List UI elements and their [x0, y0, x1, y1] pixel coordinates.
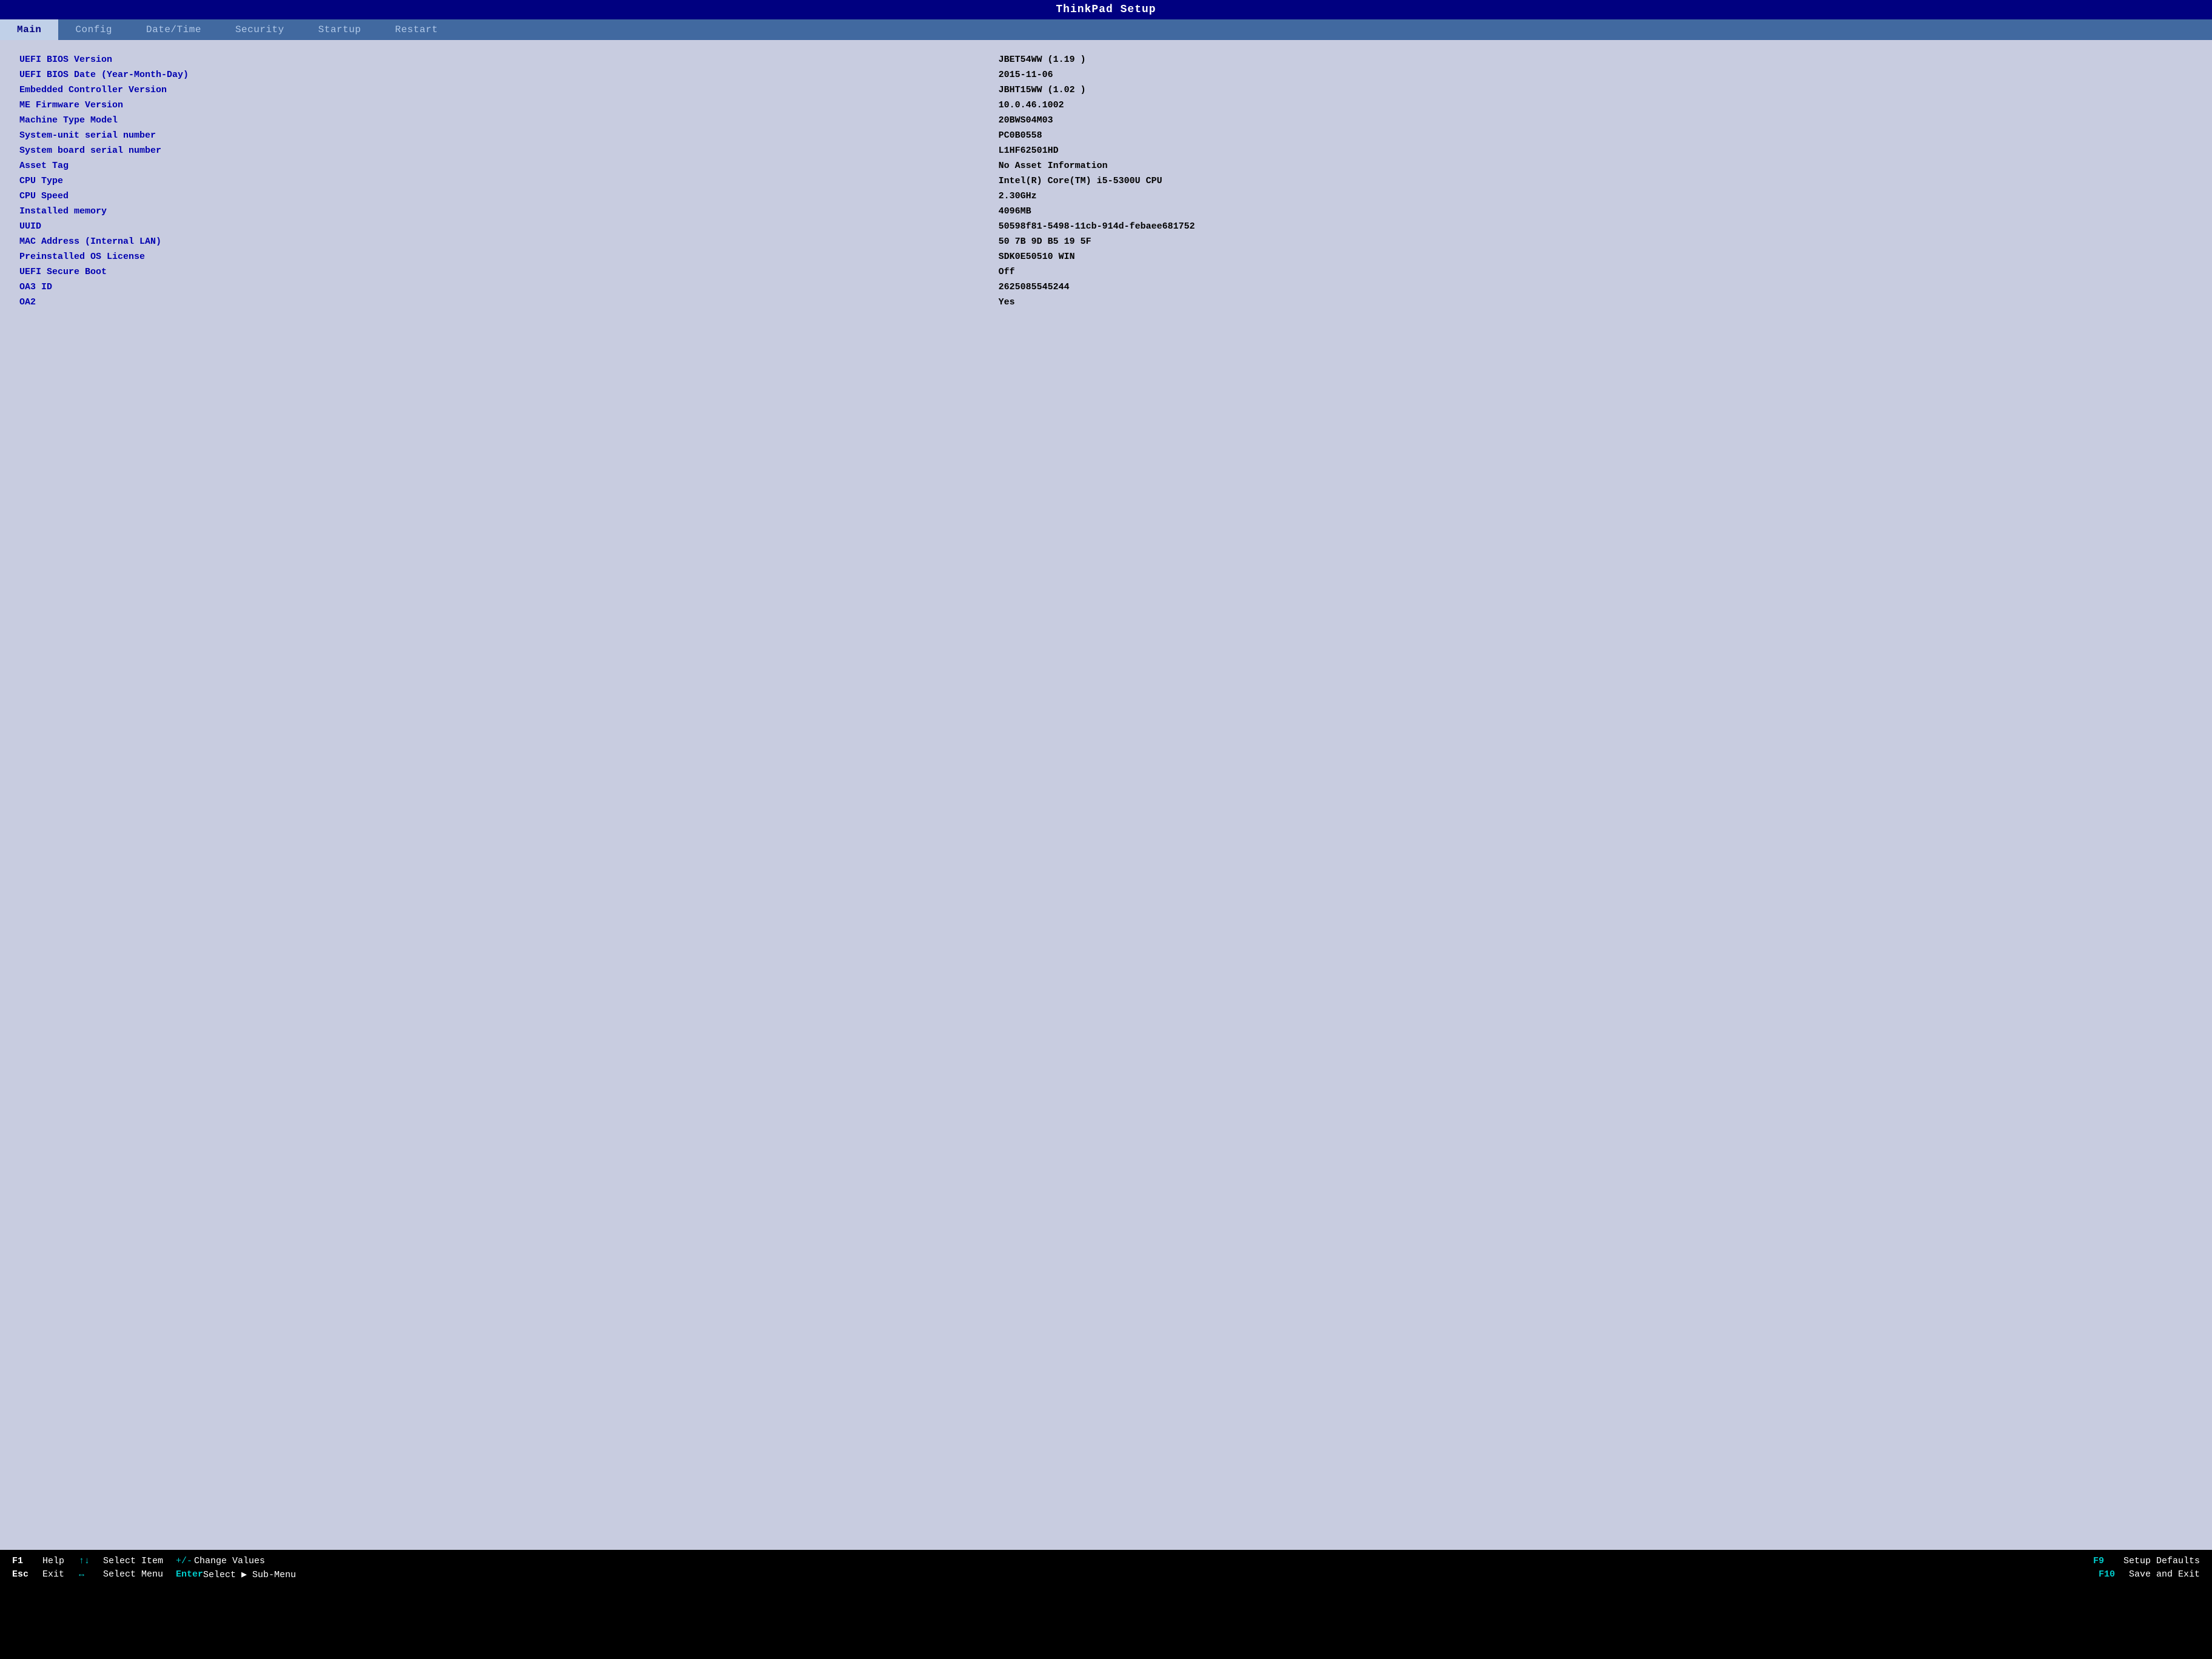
status-row-1: F1 Help ↑↓ Select Item +/- Change Values… — [12, 1556, 2200, 1566]
row-label: CPU Speed — [18, 189, 997, 204]
status-bar: F1 Help ↑↓ Select Item +/- Change Values… — [0, 1550, 2212, 1586]
row-value: PC0B0558 — [997, 128, 2194, 143]
table-row: Preinstalled OS LicenseSDK0E50510 WIN — [18, 249, 2194, 264]
table-row: UEFI Secure BootOff — [18, 264, 2194, 280]
row-value: Intel(R) Core(TM) i5-5300U CPU — [997, 173, 2194, 189]
sub-menu-label: Select ▶ Sub-Menu — [203, 1569, 2099, 1580]
title-bar: ThinkPad Setup — [0, 0, 2212, 19]
row-label: Embedded Controller Version — [18, 82, 997, 98]
bios-title: ThinkPad Setup — [1056, 4, 1156, 16]
setup-defaults-label: Setup Defaults — [2123, 1556, 2200, 1566]
row-value: 2015-11-06 — [997, 67, 2194, 82]
table-row: Installed memory4096MB — [18, 204, 2194, 219]
table-row: CPU TypeIntel(R) Core(TM) i5-5300U CPU — [18, 173, 2194, 189]
table-row: UEFI BIOS VersionJBET54WW (1.19 ) — [18, 52, 2194, 67]
row-value: Yes — [997, 295, 2194, 310]
row-value: L1HF62501HD — [997, 143, 2194, 158]
updown-arrow: ↑↓ — [79, 1556, 103, 1566]
row-value: 10.0.46.1002 — [997, 98, 2194, 113]
leftright-arrow: ↔ — [79, 1569, 103, 1580]
row-value: 4096MB — [997, 204, 2194, 219]
row-value: No Asset Information — [997, 158, 2194, 173]
exit-label: Exit — [42, 1569, 79, 1580]
row-label: MAC Address (Internal LAN) — [18, 234, 997, 249]
row-value: SDK0E50510 WIN — [997, 249, 2194, 264]
enter-sep: Enter — [176, 1569, 203, 1580]
row-value: JBET54WW (1.19 ) — [997, 52, 2194, 67]
table-row: System-unit serial numberPC0B0558 — [18, 128, 2194, 143]
table-row: Asset TagNo Asset Information — [18, 158, 2194, 173]
row-label: Machine Type Model — [18, 113, 997, 128]
select-item-label: Select Item — [103, 1556, 176, 1566]
table-row: OA2Yes — [18, 295, 2194, 310]
bottom-black-bar — [0, 1586, 2212, 1659]
row-value: 50598f81-5498-11cb-914d-febaee681752 — [997, 219, 2194, 234]
tab-main[interactable]: Main — [0, 19, 58, 40]
row-value: 20BWS04M03 — [997, 113, 2194, 128]
row-value: 2.30GHz — [997, 189, 2194, 204]
esc-key: Esc — [12, 1569, 42, 1580]
main-content: UEFI BIOS VersionJBET54WW (1.19 )UEFI BI… — [0, 40, 2212, 1550]
row-label: Preinstalled OS License — [18, 249, 997, 264]
help-label: Help — [42, 1556, 79, 1566]
row-value: 50 7B 9D B5 19 5F — [997, 234, 2194, 249]
f10-key: F10 — [2099, 1569, 2129, 1580]
table-row: OA3 ID2625085545244 — [18, 280, 2194, 295]
tab-startup[interactable]: Startup — [301, 19, 378, 40]
plusminus-sep: +/- — [176, 1556, 194, 1566]
row-value: 2625085545244 — [997, 280, 2194, 295]
table-row: System board serial numberL1HF62501HD — [18, 143, 2194, 158]
row-label: Installed memory — [18, 204, 997, 219]
row-label: UEFI BIOS Version — [18, 52, 997, 67]
tab-datetime[interactable]: Date/Time — [129, 19, 218, 40]
row-label: Asset Tag — [18, 158, 997, 173]
row-label: OA3 ID — [18, 280, 997, 295]
status-row-2: Esc Exit ↔ Select Menu Enter Select ▶ Su… — [12, 1569, 2200, 1580]
row-label: UUID — [18, 219, 997, 234]
table-row: UEFI BIOS Date (Year-Month-Day)2015-11-0… — [18, 67, 2194, 82]
save-exit-label: Save and Exit — [2129, 1569, 2200, 1580]
table-row: UUID50598f81-5498-11cb-914d-febaee681752 — [18, 219, 2194, 234]
f9-key: F9 — [2093, 1556, 2123, 1566]
row-label: UEFI BIOS Date (Year-Month-Day) — [18, 67, 997, 82]
tab-config[interactable]: Config — [58, 19, 129, 40]
table-row: Embedded Controller VersionJBHT15WW (1.0… — [18, 82, 2194, 98]
change-values-label: Change Values — [194, 1556, 2093, 1566]
table-row: Machine Type Model20BWS04M03 — [18, 113, 2194, 128]
tab-security[interactable]: Security — [218, 19, 301, 40]
tab-restart[interactable]: Restart — [378, 19, 455, 40]
row-label: CPU Type — [18, 173, 997, 189]
row-label: System-unit serial number — [18, 128, 997, 143]
row-label: System board serial number — [18, 143, 997, 158]
table-row: CPU Speed2.30GHz — [18, 189, 2194, 204]
nav-tabs: Main Config Date/Time Security Startup R… — [0, 19, 2212, 40]
row-value: Off — [997, 264, 2194, 280]
row-value: JBHT15WW (1.02 ) — [997, 82, 2194, 98]
info-table: UEFI BIOS VersionJBET54WW (1.19 )UEFI BI… — [18, 52, 2194, 310]
row-label: OA2 — [18, 295, 997, 310]
table-row: MAC Address (Internal LAN)50 7B 9D B5 19… — [18, 234, 2194, 249]
select-menu-label: Select Menu — [103, 1569, 176, 1580]
row-label: UEFI Secure Boot — [18, 264, 997, 280]
table-row: ME Firmware Version10.0.46.1002 — [18, 98, 2194, 113]
f1-key: F1 — [12, 1556, 42, 1566]
row-label: ME Firmware Version — [18, 98, 997, 113]
bios-screen: ThinkPad Setup Main Config Date/Time Sec… — [0, 0, 2212, 1586]
